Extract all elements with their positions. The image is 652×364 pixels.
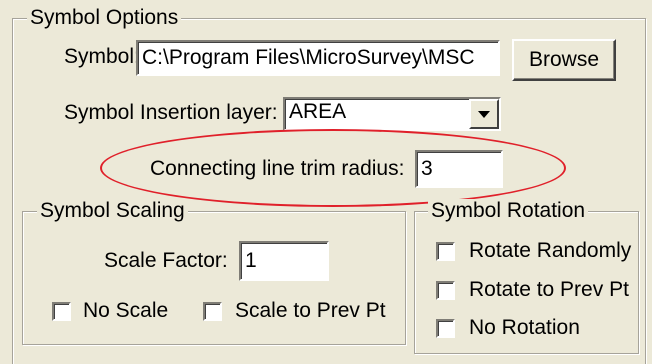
scale-factor-input[interactable] <box>239 241 329 281</box>
annotation-ellipse <box>100 129 566 207</box>
symbol-options-title: Symbol Options <box>27 6 182 30</box>
rotate-randomly-checkbox[interactable] <box>436 242 455 261</box>
insertion-layer-combo[interactable]: AREA <box>283 97 501 131</box>
symbol-path-input[interactable] <box>136 40 500 76</box>
scale-to-prev-checkbox[interactable] <box>203 302 222 321</box>
scale-factor-label: Scale Factor: <box>104 249 228 272</box>
scale-to-prev-label: Scale to Prev Pt <box>235 299 386 322</box>
symbol-label: Symbol: <box>64 45 140 68</box>
rotate-randomly-label: Rotate Randomly <box>469 239 632 262</box>
no-scale-checkbox[interactable] <box>52 302 71 321</box>
no-scale-label: No Scale <box>83 299 169 322</box>
insertion-layer-label: Symbol Insertion layer: <box>64 101 278 124</box>
symbol-rotation-title: Symbol Rotation <box>428 199 589 223</box>
dropdown-arrow-button[interactable] <box>469 99 499 129</box>
rotate-to-prev-label: Rotate to Prev Pt <box>469 278 629 301</box>
browse-button[interactable]: Browse <box>512 39 616 81</box>
symbol-scaling-title: Symbol Scaling <box>37 199 188 223</box>
no-rotation-checkbox[interactable] <box>436 319 455 338</box>
rotate-to-prev-checkbox[interactable] <box>436 281 455 300</box>
chevron-down-icon <box>478 111 490 118</box>
no-rotation-label: No Rotation <box>469 316 580 339</box>
insertion-layer-value: AREA <box>289 100 347 123</box>
